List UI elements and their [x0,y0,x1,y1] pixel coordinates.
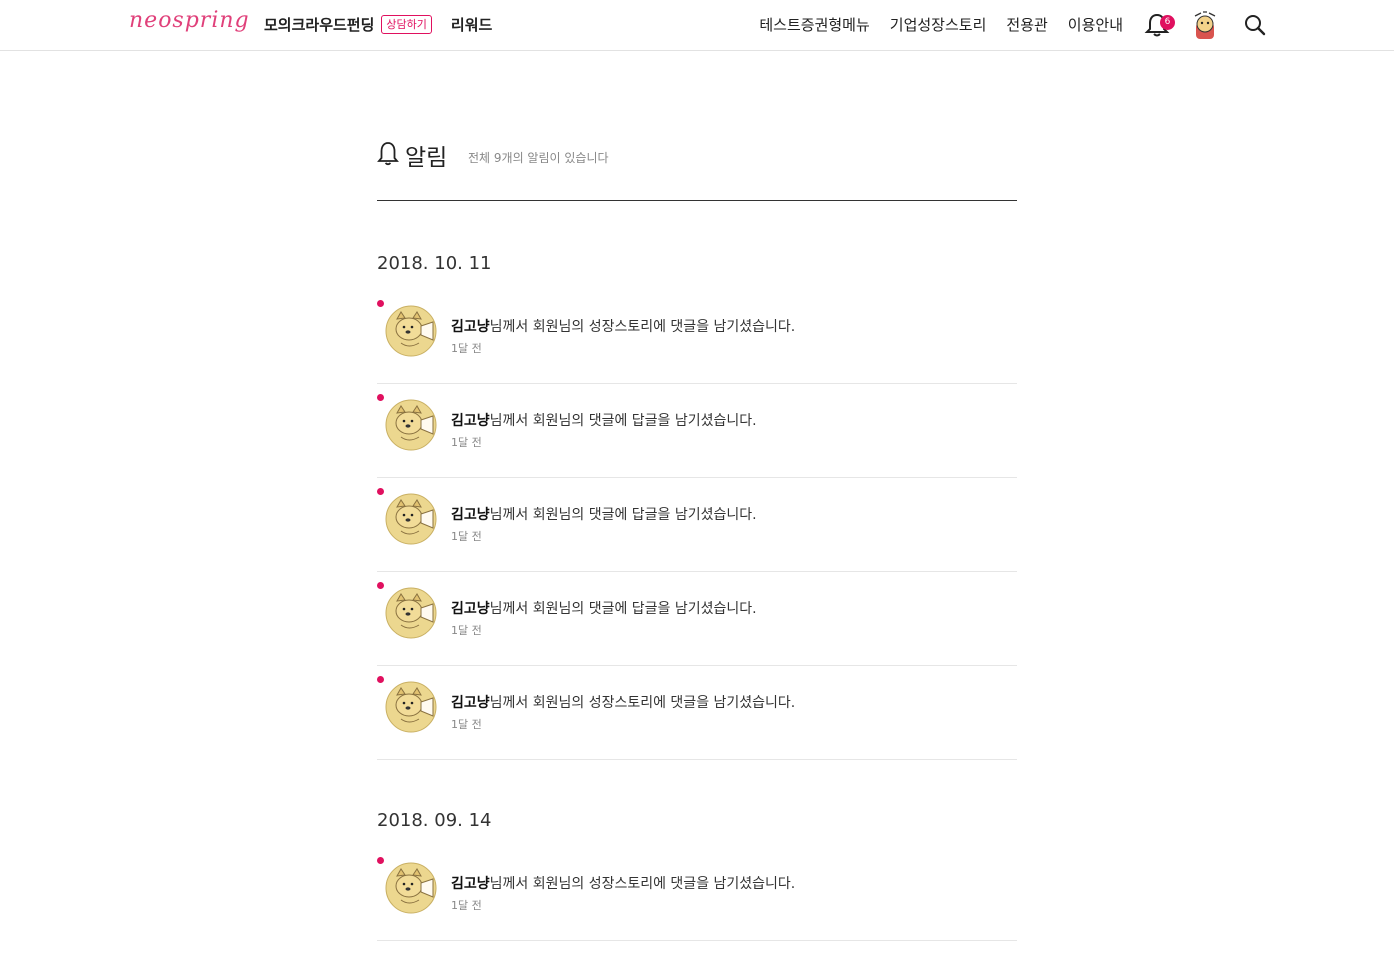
page-title-row: 알림 전체 9개의 알림이 있습니다 [377,130,1017,201]
message-text: 님께서 회원님의 성장스토리에 댓글을 남기셨습니다. [489,319,796,335]
notification-item[interactable]: 김고냥님께서 회원님의 댓글에 답글을 남기셨습니다. 1달 전 [377,572,1017,666]
nav-test-securities[interactable]: 테스트증권형메뉴 [759,14,869,35]
page-title: 알림 [405,145,448,171]
notification-count-badge: 6 [1160,15,1175,30]
unread-dot [377,857,384,864]
consult-button[interactable]: 상담하기 [381,15,432,34]
notification-item[interactable]: 김고냥님께서 회원님의 성장스토리에 댓글을 남기셨습니다. 1달 전 [377,290,1017,384]
message-text: 님께서 회원님의 성장스토리에 댓글을 남기셨습니다. [489,876,796,892]
dog-avatar-icon [385,305,437,357]
message-text: 님께서 회원님의 댓글에 답글을 남기셨습니다. [489,601,757,617]
notification-time: 1달 전 [451,530,482,543]
notification-message: 김고냥님께서 회원님의 성장스토리에 댓글을 남기셨습니다. [451,316,795,336]
message-text: 님께서 회원님의 성장스토리에 댓글을 남기셨습니다. [489,695,796,711]
notification-time: 1달 전 [451,624,482,637]
nav-reward[interactable]: 리워드 [451,14,492,35]
notification-item[interactable]: 김고냥님께서 회원님의 댓글에 답글을 남기셨습니다. 1달 전 [377,384,1017,478]
unread-dot [377,676,384,683]
dog-avatar-icon [385,493,437,545]
notification-item[interactable]: 김고냥님께서 회원님의 댓글에 답글을 남기셨습니다. 1달 전 [377,478,1017,572]
notification-time: 1달 전 [451,899,482,912]
notification-total: 전체 9개의 알림이 있습니다 [468,151,609,165]
notification-message: 김고냥님께서 회원님의 댓글에 답글을 남기셨습니다. [451,598,757,618]
notification-message: 김고냥님께서 회원님의 댓글에 답글을 남기셨습니다. [451,504,757,524]
notification-time: 1달 전 [451,436,482,449]
unread-dot [377,488,384,495]
nav-left: 모의크라우드펀딩 상담하기 리워드 [264,14,492,35]
dog-avatar-icon [385,587,437,639]
notification-message: 김고냥님께서 회원님의 성장스토리에 댓글을 남기셨습니다. [451,873,795,893]
dog-avatar-icon [385,399,437,451]
notification-message: 김고냥님께서 회원님의 댓글에 답글을 남기셨습니다. [451,410,757,430]
sender-name: 김고냥 [451,876,490,892]
sender-name: 김고냥 [451,319,490,335]
nav-exclusive[interactable]: 전용관 [1006,14,1047,35]
neospring-logo[interactable]: neospring [129,8,250,33]
dog-avatar-icon [385,681,437,733]
user-avatar-icon[interactable] [1191,10,1219,40]
notification-item[interactable]: 김고냥님께서 회원님의 성장스토리에 댓글을 남기셨습니다. 1달 전 [377,847,1017,941]
sender-name: 김고냥 [451,507,490,523]
unread-dot [377,300,384,307]
sender-name: 김고냥 [451,413,490,429]
unread-dot [377,394,384,401]
nav-right: 테스트증권형메뉴 기업성장스토리 전용관 이용안내 [739,14,1123,35]
notification-message: 김고냥님께서 회원님의 성장스토리에 댓글을 남기셨습니다. [451,692,795,712]
notification-item[interactable]: 김고냥님께서 회원님의 성장스토리에 댓글을 남기셨습니다. 1달 전 [377,666,1017,760]
bell-outline-icon [377,142,399,166]
sender-name: 김고냥 [451,601,490,617]
nav-mock-crowdfunding[interactable]: 모의크라우드펀딩 [264,14,374,35]
nav-growth-story[interactable]: 기업성장스토리 [890,14,987,35]
notification-time: 1달 전 [451,718,482,731]
notification-time: 1달 전 [451,342,482,355]
notification-groups: 2018. 10. 11 김고냥님께서 회원님의 성장스토리에 댓글을 남기셨습… [377,253,1017,941]
top-header: neospring 모의크라우드펀딩 상담하기 리워드 테스트증권형메뉴 기업성… [0,0,1394,51]
notification-panel: 알림 전체 9개의 알림이 있습니다 2018. 10. 11 김고냥님께서 회… [377,130,1017,941]
message-text: 님께서 회원님의 댓글에 답글을 남기셨습니다. [489,507,757,523]
search-icon[interactable] [1243,13,1267,37]
message-text: 님께서 회원님의 댓글에 답글을 남기셨습니다. [489,413,757,429]
date-heading: 2018. 09. 14 [377,810,492,831]
date-heading: 2018. 10. 11 [377,253,492,274]
unread-dot [377,582,384,589]
nav-guide[interactable]: 이용안내 [1068,14,1123,35]
dog-avatar-icon [385,862,437,914]
sender-name: 김고냥 [451,695,490,711]
